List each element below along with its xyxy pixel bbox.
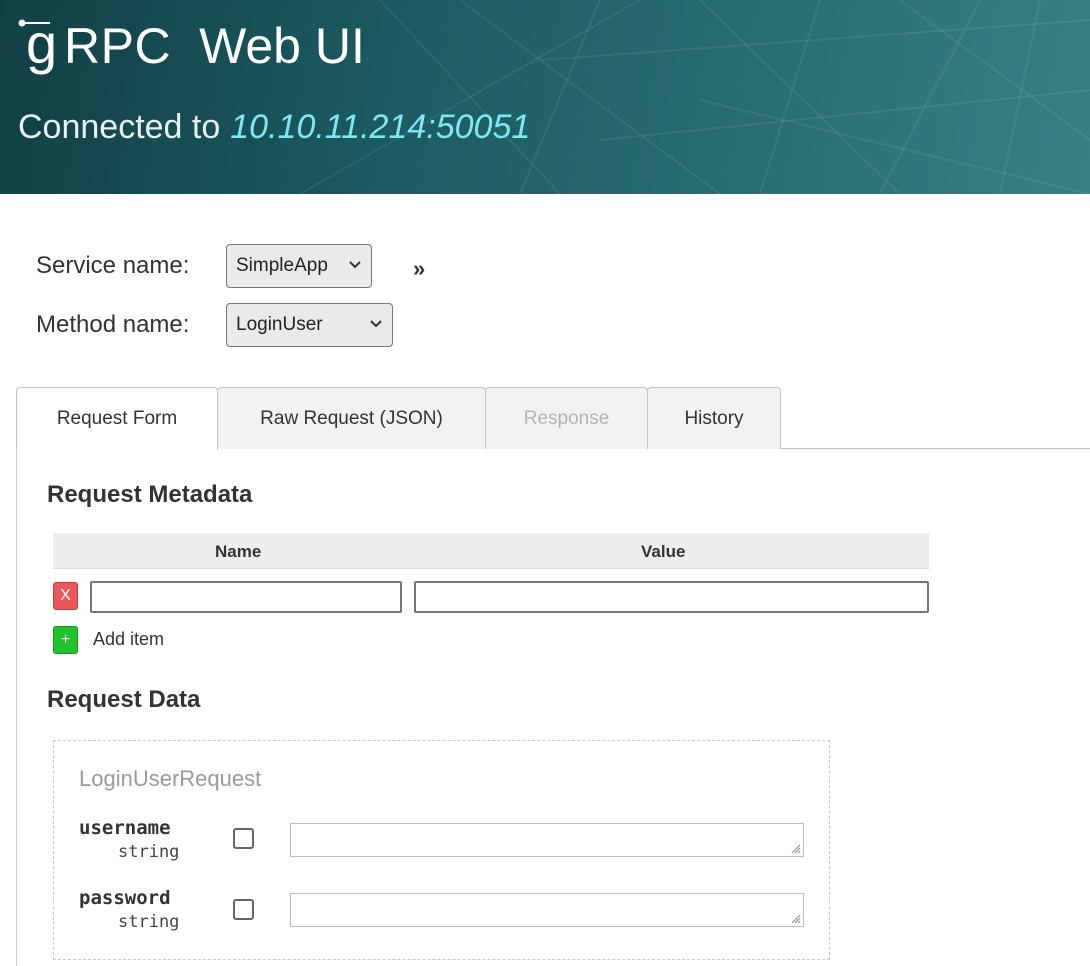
service-name-label: Service name: (36, 252, 190, 279)
password-textarea[interactable] (290, 893, 804, 927)
request-data-heading: Request Data (47, 686, 201, 713)
plus-icon: + (60, 631, 71, 648)
panel-border (16, 448, 17, 966)
username-null-checkbox[interactable] (233, 828, 254, 849)
message-type-name: LoginUserRequest (79, 766, 262, 791)
server-host: 10.10.11.214:50051 (230, 108, 531, 146)
app-title: Web UI (199, 18, 365, 74)
add-item-label[interactable]: Add item (93, 629, 164, 650)
app-logo: g RPC Web UI (18, 12, 365, 78)
method-name-label: Method name: (36, 311, 190, 338)
metadata-col-value: Value (641, 542, 686, 561)
chevron-down-icon (349, 261, 361, 269)
service-select[interactable]: SimpleApp (226, 244, 372, 288)
metadata-col-name: Name (215, 542, 262, 561)
add-metadata-item-button[interactable]: + (53, 626, 78, 654)
password-null-checkbox[interactable] (233, 899, 254, 920)
logo-rpc-text: RPC (64, 18, 172, 74)
tab-request-form[interactable]: Request Form (16, 387, 218, 450)
field-username-name: username (79, 817, 171, 839)
logo-g-letter: g (26, 12, 58, 75)
delete-metadata-row-button[interactable]: X (53, 582, 78, 610)
connected-label: Connected to (18, 108, 221, 146)
metadata-name-input[interactable] (90, 581, 402, 613)
close-icon: X (60, 587, 71, 604)
metadata-value-input[interactable] (414, 581, 929, 613)
tab-response[interactable]: Response (485, 387, 648, 449)
double-chevron-right-icon[interactable]: » (413, 256, 425, 282)
metadata-table-header: Name Value (53, 533, 929, 569)
resize-grip-icon[interactable] (789, 912, 801, 924)
connection-status: Connected to 10.10.11.214:50051 (18, 108, 530, 147)
service-select-value: SimpleApp (236, 255, 328, 276)
chevron-down-icon (370, 320, 382, 328)
grpc-logo-icon: g (18, 12, 66, 77)
tab-history[interactable]: History (647, 387, 781, 449)
field-username-type: string (118, 842, 180, 862)
method-select[interactable]: LoginUser (226, 303, 393, 347)
method-select-value: LoginUser (236, 314, 323, 335)
page-header: g RPC Web UI Connected to 10.10.11.214:50… (0, 0, 1090, 194)
field-password-type: string (118, 912, 180, 932)
resize-grip-icon[interactable] (789, 842, 801, 854)
tab-raw-request-json[interactable]: Raw Request (JSON) (217, 387, 486, 449)
request-metadata-heading: Request Metadata (47, 481, 253, 508)
field-password-name: password (79, 887, 171, 909)
username-textarea[interactable] (290, 823, 804, 857)
